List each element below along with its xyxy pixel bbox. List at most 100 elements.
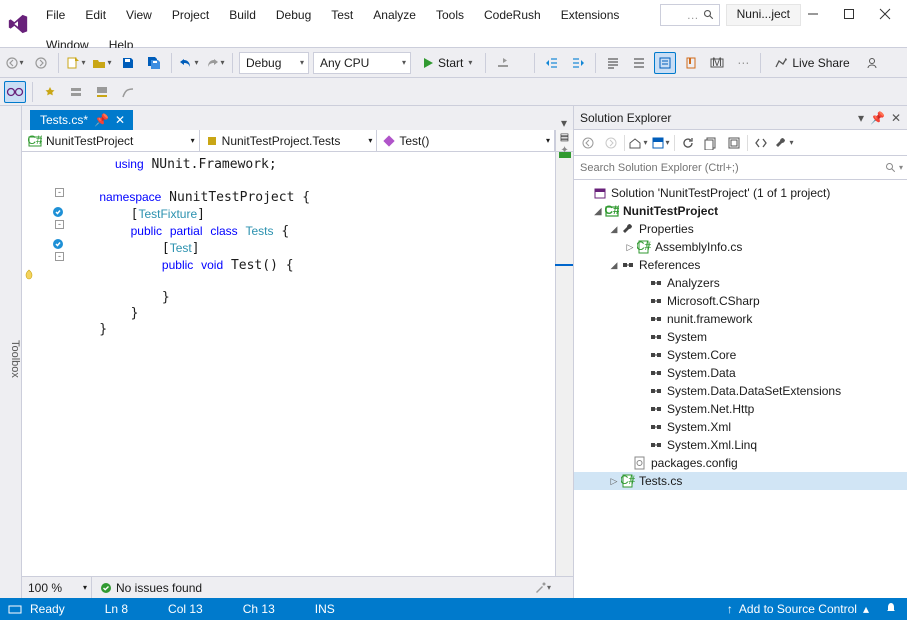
reference-node[interactable]: System.Xml.Linq: [574, 436, 907, 454]
menu-analyze[interactable]: Analyze: [363, 4, 426, 26]
status-col: Col 13: [168, 602, 203, 616]
close-button[interactable]: [879, 8, 893, 22]
toolbox-rail[interactable]: Toolbox: [0, 106, 22, 598]
notifications-icon[interactable]: [883, 601, 899, 617]
more-icon[interactable]: ⋯: [732, 52, 754, 74]
panel-menu-icon[interactable]: ▾: [858, 111, 864, 125]
feedback-icon[interactable]: [861, 52, 883, 74]
toolbar-icon-3[interactable]: [91, 81, 113, 103]
svg-text:C#: C#: [28, 134, 42, 147]
save-button[interactable]: [117, 52, 139, 74]
properties-node[interactable]: ◢ Properties: [574, 220, 907, 238]
se-home-icon[interactable]: [628, 133, 648, 153]
status-ready: Ready: [30, 602, 65, 616]
project-node[interactable]: ◢ C# NunitTestProject: [574, 202, 907, 220]
solution-tree[interactable]: Solution 'NunitTestProject' (1 of 1 proj…: [574, 180, 907, 598]
menu-edit[interactable]: Edit: [75, 4, 116, 26]
reference-node[interactable]: Analyzers: [574, 274, 907, 292]
reference-node[interactable]: System.Net.Http: [574, 400, 907, 418]
panel-close-icon[interactable]: ✕: [891, 111, 901, 125]
indent-more-icon[interactable]: [567, 52, 589, 74]
menu-coderush[interactable]: CodeRush: [474, 4, 551, 26]
pin-icon[interactable]: 📌: [94, 113, 109, 127]
toolbar-icon-1[interactable]: [39, 81, 61, 103]
glasses-icon[interactable]: [4, 81, 26, 103]
solution-config-combo[interactable]: Debug: [239, 52, 309, 74]
editor-body: - - - using NUnit.Framework; namespace N…: [22, 152, 573, 576]
assemblyinfo-node[interactable]: ▷ C# AssemblyInfo.cs: [574, 238, 907, 256]
minimize-button[interactable]: [807, 8, 821, 22]
menu-debug[interactable]: Debug: [266, 4, 321, 26]
se-properties-icon[interactable]: [774, 133, 794, 153]
se-collapse-icon[interactable]: [701, 133, 721, 153]
se-fwd-icon[interactable]: [601, 133, 621, 153]
wordwrap-button[interactable]: [654, 52, 676, 74]
se-showall-icon[interactable]: [724, 133, 744, 153]
menu-build[interactable]: Build: [219, 4, 266, 26]
se-refresh-icon[interactable]: [678, 133, 698, 153]
se-back-icon[interactable]: [578, 133, 598, 153]
menu-project[interactable]: Project: [162, 4, 219, 26]
file-tab-tests[interactable]: Tests.cs* 📌 ✕: [30, 110, 133, 130]
tests-file-node[interactable]: ▷ C# Tests.cs: [574, 472, 907, 490]
indent-less-icon[interactable]: [541, 52, 563, 74]
step-button[interactable]: [492, 52, 514, 74]
maximize-button[interactable]: [843, 8, 857, 22]
menu-test[interactable]: Test: [321, 4, 363, 26]
markdown-icon[interactable]: M: [706, 52, 728, 74]
tab-overflow-icon[interactable]: ▾: [561, 116, 567, 130]
open-button[interactable]: [91, 52, 113, 74]
reference-node[interactable]: System.Data: [574, 364, 907, 382]
editor-gutter: - - -: [22, 152, 68, 576]
reference-node[interactable]: System: [574, 328, 907, 346]
menu-tools[interactable]: Tools: [426, 4, 474, 26]
editor-scrollbar[interactable]: [555, 152, 573, 576]
references-node[interactable]: ◢ References: [574, 256, 907, 274]
quick-launch-input[interactable]: …: [660, 4, 720, 26]
save-all-button[interactable]: [143, 52, 165, 74]
nav-project-combo[interactable]: C# NunitTestProject: [22, 130, 200, 151]
editor-statusbar: 100 % No issues found ▾: [22, 576, 573, 598]
solution-search-input[interactable]: [578, 161, 885, 175]
bookmark-icon[interactable]: [680, 52, 702, 74]
nav-namespace-combo[interactable]: NunitTestProject.Tests: [200, 130, 378, 151]
close-tab-icon[interactable]: ✕: [115, 113, 125, 127]
se-code-icon[interactable]: [751, 133, 771, 153]
live-share-button[interactable]: Live Share: [767, 52, 856, 74]
reference-node[interactable]: Microsoft.CSharp: [574, 292, 907, 310]
new-item-button[interactable]: [65, 52, 87, 74]
reference-node[interactable]: System.Core: [574, 346, 907, 364]
undo-button[interactable]: [178, 52, 200, 74]
toolbar-icon-2[interactable]: [65, 81, 87, 103]
code-editor[interactable]: using NUnit.Framework; namespace NunitTe…: [68, 152, 555, 576]
solution-search-box[interactable]: ▾: [574, 156, 907, 180]
status-ins: INS: [315, 602, 335, 616]
comment-icon[interactable]: [602, 52, 624, 74]
nav-back-button[interactable]: [4, 52, 26, 74]
nav-forward-button[interactable]: [30, 52, 52, 74]
uncomment-icon[interactable]: [628, 52, 650, 74]
zoom-combo[interactable]: 100 %: [22, 577, 92, 598]
toolbar-icon-4[interactable]: [117, 81, 139, 103]
se-filter-icon[interactable]: [651, 133, 671, 153]
source-control-button[interactable]: ↑Add to Source Control▴: [727, 602, 869, 616]
svg-text:C#: C#: [605, 204, 619, 217]
reference-node[interactable]: System.Xml: [574, 418, 907, 436]
issues-indicator[interactable]: No issues found: [92, 581, 210, 595]
menu-view[interactable]: View: [116, 4, 162, 26]
solution-node[interactable]: Solution 'NunitTestProject' (1 of 1 proj…: [574, 184, 907, 202]
packages-node[interactable]: packages.config: [574, 454, 907, 472]
reference-node[interactable]: System.Data.DataSetExtensions: [574, 382, 907, 400]
redo-button[interactable]: [204, 52, 226, 74]
solution-explorer-header: Solution Explorer ▾ 📌 ✕: [574, 106, 907, 130]
menu-file[interactable]: File: [36, 4, 75, 26]
menu-extensions[interactable]: Extensions: [551, 4, 630, 26]
panel-pin-icon[interactable]: 📌: [870, 111, 885, 125]
main-area: Toolbox Tests.cs* 📌 ✕ ▾ C# NunitTestProj…: [0, 106, 907, 598]
nav-method-combo[interactable]: Test(): [377, 130, 555, 151]
split-icon[interactable]: ▤: [560, 132, 569, 143]
brush-icon[interactable]: ▾: [531, 577, 553, 599]
reference-node[interactable]: nunit.framework: [574, 310, 907, 328]
start-debug-button[interactable]: Start: [415, 52, 479, 74]
solution-platform-combo[interactable]: Any CPU: [313, 52, 411, 74]
